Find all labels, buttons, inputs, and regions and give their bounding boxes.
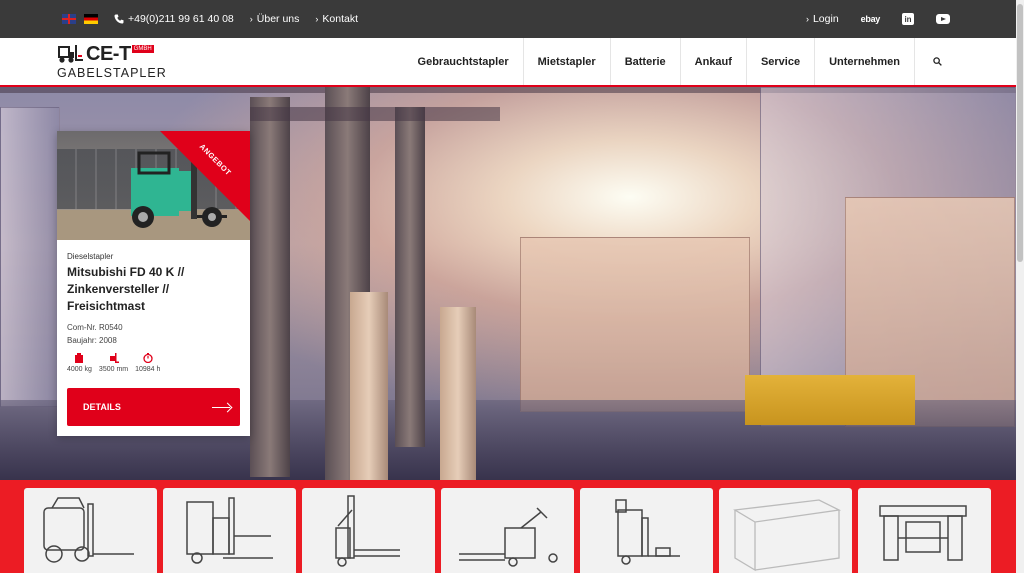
site-logo[interactable]: CE-T GMBH GABELSTAPLER	[57, 43, 167, 83]
category-tile-battery[interactable]	[719, 488, 852, 573]
youtube-icon[interactable]	[936, 14, 950, 24]
login-label: Login	[812, 13, 839, 25]
top-bar-right: › Login ebay in	[798, 0, 950, 38]
stacked-goods-center	[520, 237, 750, 412]
logo-top: CE-T GMBH	[57, 43, 167, 65]
fork-right	[440, 307, 476, 480]
contact-link[interactable]: › Kontakt	[315, 13, 358, 25]
phone-link[interactable]: +49(0)211 99 61 40 08	[114, 13, 234, 25]
spec-hours-value: 10984 h	[135, 366, 161, 373]
spec-hours: 10984 h	[135, 353, 160, 373]
page-scrollbar[interactable]	[1016, 0, 1024, 573]
offer-meta: Com-Nr. R0540 Baujahr: 2008	[67, 321, 240, 347]
nav-item-ankauf[interactable]: Ankauf	[679, 38, 746, 85]
offer-year: Baujahr: 2008	[67, 336, 117, 345]
order-picker-icon	[615, 499, 680, 565]
hours-icon	[143, 353, 153, 363]
offer-image[interactable]: ANGEBOT	[57, 131, 250, 240]
contact-label: Kontakt	[322, 13, 358, 25]
category-tile-order-picker[interactable]	[580, 488, 713, 573]
details-label: DETAILS	[83, 402, 121, 412]
forklift-mast-left	[250, 97, 290, 477]
fork-left	[350, 292, 388, 480]
logo-gmbh: GMBH	[131, 45, 154, 53]
offer-com-nr: Com-Nr. R0540	[67, 323, 123, 332]
offer-card[interactable]: ANGEBOT Dieselstapler Mitsubishi FD 40 K…	[57, 131, 250, 436]
nav-item-service[interactable]: Service	[745, 38, 814, 85]
forklift-mast-right	[395, 107, 425, 447]
nav-item-gebrauchtstapler[interactable]: Gebrauchtstapler	[404, 38, 523, 85]
linkedin-icon[interactable]: in	[902, 13, 914, 25]
nav-item-batterie[interactable]: Batterie	[609, 38, 680, 85]
search-button[interactable]	[914, 38, 950, 85]
phone-number: +49(0)211 99 61 40 08	[128, 13, 234, 25]
main-nav: Gebrauchtstapler Mietstapler Batterie An…	[404, 38, 950, 85]
category-tile-electric-pallet-truck[interactable]	[441, 488, 574, 573]
ebay-icon[interactable]: ebay	[861, 14, 881, 24]
attachment-icon	[879, 505, 967, 561]
nav-item-unternehmen[interactable]: Unternehmen	[814, 38, 914, 85]
main-header: CE-T GMBH GABELSTAPLER Gebrauchtstapler …	[0, 38, 1016, 87]
category-tile-attachment[interactable]	[858, 488, 991, 573]
nav-item-mietstapler[interactable]: Mietstapler	[522, 38, 610, 85]
category-strip	[0, 480, 1016, 573]
offer-body: Dieselstapler Mitsubishi FD 40 K // Zink…	[57, 240, 250, 373]
battery-icon	[733, 499, 842, 572]
chevron-right-icon: ›	[315, 14, 319, 24]
pallet-stacker-icon	[335, 495, 400, 567]
search-icon	[933, 57, 942, 66]
offer-specs: 4000 kg 3500 mm 10984 h	[67, 353, 240, 373]
about-label: Über uns	[256, 13, 300, 25]
top-bar: +49(0)211 99 61 40 08 › Über uns › Konta…	[0, 0, 1016, 38]
forklift-cage-beam	[250, 107, 500, 121]
german-flag-icon[interactable]	[84, 14, 98, 24]
offer-category: Dieselstapler	[67, 252, 114, 261]
logo-subtitle: GABELSTAPLER	[57, 66, 167, 80]
top-bar-left: +49(0)211 99 61 40 08 › Über uns › Konta…	[62, 0, 358, 38]
weight-icon	[75, 353, 84, 363]
spec-weight: 4000 kg	[67, 353, 92, 373]
chevron-right-icon: ›	[805, 14, 809, 24]
category-tile-pallet-stacker[interactable]	[302, 488, 435, 573]
category-tile-counterbalance[interactable]	[24, 488, 157, 573]
spec-lift-height: 3500 mm	[99, 353, 128, 373]
logo-name: CE-T	[86, 42, 131, 65]
phone-icon	[114, 14, 124, 24]
spec-weight-value: 4000 kg	[67, 366, 92, 373]
chevron-right-icon: ›	[249, 14, 253, 24]
uk-flag-icon[interactable]	[62, 14, 76, 24]
yellow-pallet	[745, 375, 915, 425]
electric-pallet-truck-icon	[459, 507, 558, 567]
spec-lift-height-value: 3500 mm	[98, 366, 129, 373]
arrow-right-icon	[212, 406, 230, 408]
lift-height-icon	[109, 353, 119, 363]
about-link[interactable]: › Über uns	[250, 13, 300, 25]
scrollbar-thumb[interactable]	[1017, 4, 1023, 262]
offer-title[interactable]: Mitsubishi FD 40 K // Zinkenversteller /…	[67, 264, 240, 315]
counterbalance-forklift-icon	[43, 497, 134, 563]
reach-truck-icon	[186, 497, 273, 564]
rack-left	[0, 107, 60, 407]
login-link[interactable]: › Login	[806, 13, 839, 25]
category-tile-reach-truck[interactable]	[163, 488, 296, 573]
details-button[interactable]: DETAILS	[67, 388, 240, 426]
forklift-logo-icon	[58, 45, 83, 63]
